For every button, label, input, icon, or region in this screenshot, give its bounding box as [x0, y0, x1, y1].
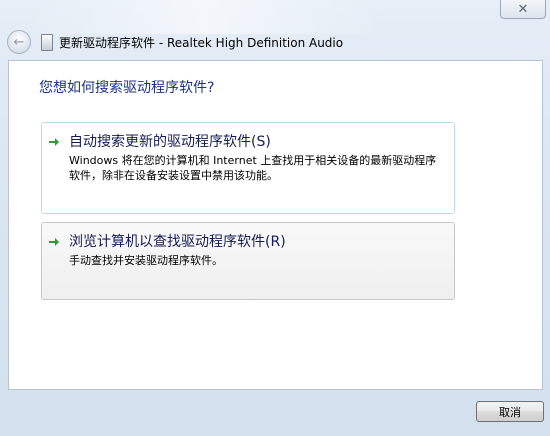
title-bar: ← 更新驱动程序软件 - Realtek High Definition Aud… — [0, 28, 550, 56]
back-arrow-icon: ← — [13, 34, 25, 50]
green-arrow-icon — [49, 138, 59, 146]
window-title: 更新驱动程序软件 - Realtek High Definition Audio — [59, 35, 344, 50]
browse-computer-option[interactable]: 浏览计算机以查找驱动程序软件(R) 手动查找并安装驱动程序软件。 — [41, 222, 455, 300]
browse-computer-option-title: 浏览计算机以查找驱动程序软件(R) — [69, 234, 286, 250]
close-button[interactable]: ✕ — [500, 0, 546, 19]
device-icon — [41, 33, 53, 51]
close-icon: ✕ — [517, 1, 529, 17]
auto-search-option-title: 自动搜索更新的驱动程序软件(S) — [69, 134, 271, 150]
auto-search-option-description: Windows 将在您的计算机和 Internet 上查找用于相关设备的最新驱动… — [69, 154, 437, 182]
window-frame: ✕ ← 更新驱动程序软件 - Realtek High Definition A… — [0, 0, 550, 436]
green-arrow-icon — [49, 238, 59, 246]
content-panel: 您想如何搜索驱动程序软件? 自动搜索更新的驱动程序软件(S) Windows 将… — [8, 60, 543, 390]
auto-search-option[interactable]: 自动搜索更新的驱动程序软件(S) Windows 将在您的计算机和 Intern… — [41, 122, 455, 214]
page-heading: 您想如何搜索驱动程序软件? — [39, 80, 215, 96]
dialog-footer: 取消 — [0, 390, 550, 436]
back-button[interactable]: ← — [7, 30, 31, 54]
browse-computer-option-description: 手动查找并安装驱动程序软件。 — [69, 254, 223, 267]
cancel-button[interactable]: 取消 — [476, 401, 544, 422]
